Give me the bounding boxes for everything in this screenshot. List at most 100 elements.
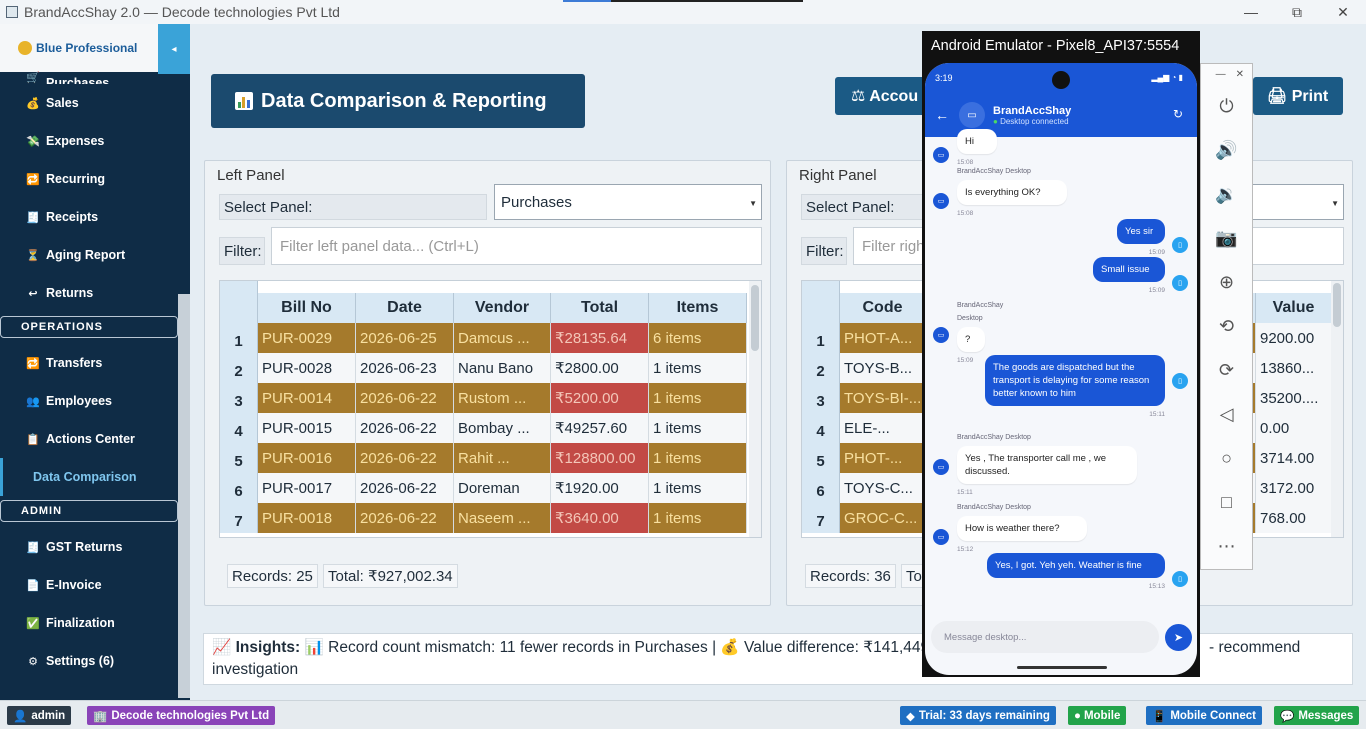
table-cell[interactable]: ₹1920.00 <box>551 473 649 503</box>
more-icon[interactable]: ⋯ <box>1201 524 1252 568</box>
chat-message[interactable]: Yes sir 15:09 <box>1117 219 1165 259</box>
table-cell[interactable]: 1 items <box>649 443 747 473</box>
rotate-left-icon[interactable]: ⟲ <box>1201 304 1252 348</box>
table-row[interactable]: 7 PUR-0018 2026-06-22 Naseem ... ₹3640.00 1 i… <box>220 503 747 533</box>
back-arrow-icon[interactable]: ← <box>935 107 949 123</box>
minimize-icon[interactable]: — <box>1216 69 1226 80</box>
table-cell[interactable]: Doreman <box>454 473 551 503</box>
chat-message[interactable]: Yes, I got. Yeh yeh. Weather is fine 15:1… <box>987 553 1165 593</box>
table-cell[interactable]: 6 items <box>649 323 747 353</box>
left-filter-input[interactable]: Filter left panel data... (Ctrl+L) <box>271 227 762 265</box>
table-cell[interactable]: 1 items <box>649 353 747 383</box>
left-grid-scrollbar[interactable] <box>749 281 761 537</box>
messages-button[interactable]: 💬 Messages <box>1274 706 1360 725</box>
table-row[interactable]: 4 PUR-0015 2026-06-22 Bombay ... ₹49257.60 1 … <box>220 413 747 443</box>
table-cell[interactable]: 9200.00 <box>1256 323 1332 353</box>
column-header[interactable]: Items <box>649 293 747 323</box>
rotate-right-icon[interactable]: ⟳ <box>1201 348 1252 392</box>
table-cell[interactable]: 1 items <box>649 503 747 533</box>
column-header[interactable]: Vendor <box>454 293 551 323</box>
sidebar-scrollbar[interactable] <box>178 294 190 698</box>
table-cell[interactable]: 35200.... <box>1256 383 1332 413</box>
table-cell[interactable]: ₹28135.64 <box>551 323 649 353</box>
home-circle-icon[interactable]: ○ <box>1201 436 1252 480</box>
chat-message[interactable]: BrandAccShay Desktop Yes , The transporte… <box>957 431 1137 499</box>
table-cell[interactable]: 1 items <box>649 413 747 443</box>
table-cell[interactable]: ₹3640.00 <box>551 503 649 533</box>
sidebar-item-data-comparison[interactable]: Data Comparison <box>0 458 178 496</box>
table-cell[interactable]: ₹128800.00 <box>551 443 649 473</box>
restore-button[interactable]: ⧉ <box>1274 0 1320 24</box>
table-cell[interactable]: PHOT-A... <box>840 323 926 353</box>
table-row[interactable]: 6 PUR-0017 2026-06-22 Doreman ₹1920.00 1 item… <box>220 473 747 503</box>
zoom-icon[interactable]: ⊕ <box>1201 260 1252 304</box>
volume-down-icon[interactable]: 🔉 <box>1201 172 1252 216</box>
table-cell[interactable]: Rahit ... <box>454 443 551 473</box>
table-cell[interactable]: PUR-0015 <box>258 413 356 443</box>
table-cell[interactable]: 0.00 <box>1256 413 1332 443</box>
table-cell[interactable]: TOYS-C... <box>840 473 926 503</box>
chat-message[interactable]: The goods are dispatched but the transpo… <box>985 355 1165 421</box>
table-cell[interactable]: GROC-C... <box>840 503 926 533</box>
home-gesture-bar[interactable] <box>1017 666 1107 669</box>
sidebar-item-aging-report[interactable]: ⏳ Aging Report <box>0 236 178 274</box>
column-header[interactable]: Date <box>356 293 454 323</box>
scroll-thumb[interactable] <box>1333 283 1341 327</box>
sidebar-item-e-invoice[interactable]: 📄 E-Invoice <box>0 566 178 604</box>
table-cell[interactable]: Bombay ... <box>454 413 551 443</box>
table-row[interactable]: 2 PUR-0028 2026-06-23 Nanu Bano ₹2800.00 1 it… <box>220 353 747 383</box>
message-input[interactable]: Message desktop... <box>931 621 1159 653</box>
table-cell[interactable]: Naseem ... <box>454 503 551 533</box>
sidebar-item-transfers[interactable]: 🔁 Transfers <box>0 344 178 382</box>
table-cell[interactable]: Nanu Bano <box>454 353 551 383</box>
sidebar-item-employees[interactable]: 👥 Employees <box>0 382 178 420</box>
sidebar-item-recurring[interactable]: 🔁 Recurring <box>0 160 178 198</box>
table-cell[interactable]: 3172.00 <box>1256 473 1332 503</box>
sidebar-item-settings[interactable]: ⚙ Settings (6) <box>0 642 178 680</box>
print-button[interactable]: 🖨 Print <box>1253 77 1343 115</box>
table-cell[interactable]: ELE-... <box>840 413 926 443</box>
sidebar-item-returns[interactable]: ↩ Returns <box>0 274 178 312</box>
table-cell[interactable]: 2026-06-22 <box>356 443 454 473</box>
table-cell[interactable]: 2026-06-25 <box>356 323 454 353</box>
trial-badge[interactable]: ◆ Trial: 33 days remaining <box>900 706 1056 725</box>
company-badge[interactable]: 🏢 Decode technologies Pvt Ltd <box>87 706 276 725</box>
table-cell[interactable]: 2026-06-23 <box>356 353 454 383</box>
sidebar-item-receipts[interactable]: 🧾 Receipts <box>0 198 178 236</box>
sidebar-item-sales[interactable]: 💰 Sales <box>0 84 178 122</box>
table-cell[interactable]: 13860... <box>1256 353 1332 383</box>
table-cell[interactable]: PHOT-... <box>840 443 926 473</box>
chat-message[interactable]: Small issue 15:09 <box>1093 257 1165 297</box>
table-cell[interactable]: 2026-06-22 <box>356 503 454 533</box>
table-cell[interactable]: PUR-0014 <box>258 383 356 413</box>
table-row[interactable]: 3 PUR-0014 2026-06-22 Rustom ... ₹5200.00 1 i… <box>220 383 747 413</box>
mobile-connect-button[interactable]: 📱 Mobile Connect <box>1146 706 1262 725</box>
refresh-icon[interactable]: ↻ <box>1173 107 1183 121</box>
chat-message[interactable]: BrandAccShay Desktop How is weather there… <box>957 501 1087 556</box>
table-cell[interactable]: PUR-0017 <box>258 473 356 503</box>
table-cell[interactable]: 2026-06-22 <box>356 383 454 413</box>
column-header[interactable]: Code <box>840 293 926 323</box>
scroll-thumb[interactable] <box>751 285 759 351</box>
table-cell[interactable]: TOYS-BI-... <box>840 383 926 413</box>
overview-square-icon[interactable]: □ <box>1201 480 1252 524</box>
table-cell[interactable]: PUR-0028 <box>258 353 356 383</box>
table-cell[interactable]: ₹2800.00 <box>551 353 649 383</box>
left-panel-select[interactable]: Purchases ▼ <box>494 184 762 220</box>
send-button[interactable]: ➤ <box>1165 624 1192 651</box>
camera-icon[interactable]: 📷 <box>1201 216 1252 260</box>
table-cell[interactable]: TOYS-B... <box>840 353 926 383</box>
table-cell[interactable]: PUR-0016 <box>258 443 356 473</box>
table-cell[interactable]: PUR-0018 <box>258 503 356 533</box>
table-row[interactable]: 1 PUR-0029 2026-06-25 Damcus ... ₹28135.64 6 … <box>220 323 747 353</box>
mobile-badge[interactable]: ● Mobile <box>1068 706 1127 725</box>
table-cell[interactable]: 2026-06-22 <box>356 473 454 503</box>
close-icon[interactable]: ✕ <box>1236 69 1244 80</box>
user-badge[interactable]: 👤 admin <box>7 706 72 725</box>
sidebar-item-finalization[interactable]: ✅ Finalization <box>0 604 178 642</box>
minimize-button[interactable]: — <box>1228 0 1274 24</box>
table-cell[interactable]: PUR-0029 <box>258 323 356 353</box>
table-cell[interactable]: Rustom ... <box>454 383 551 413</box>
power-icon[interactable]: ⏻ <box>1201 84 1252 128</box>
account-button[interactable]: ⚖ Accou <box>835 77 935 115</box>
